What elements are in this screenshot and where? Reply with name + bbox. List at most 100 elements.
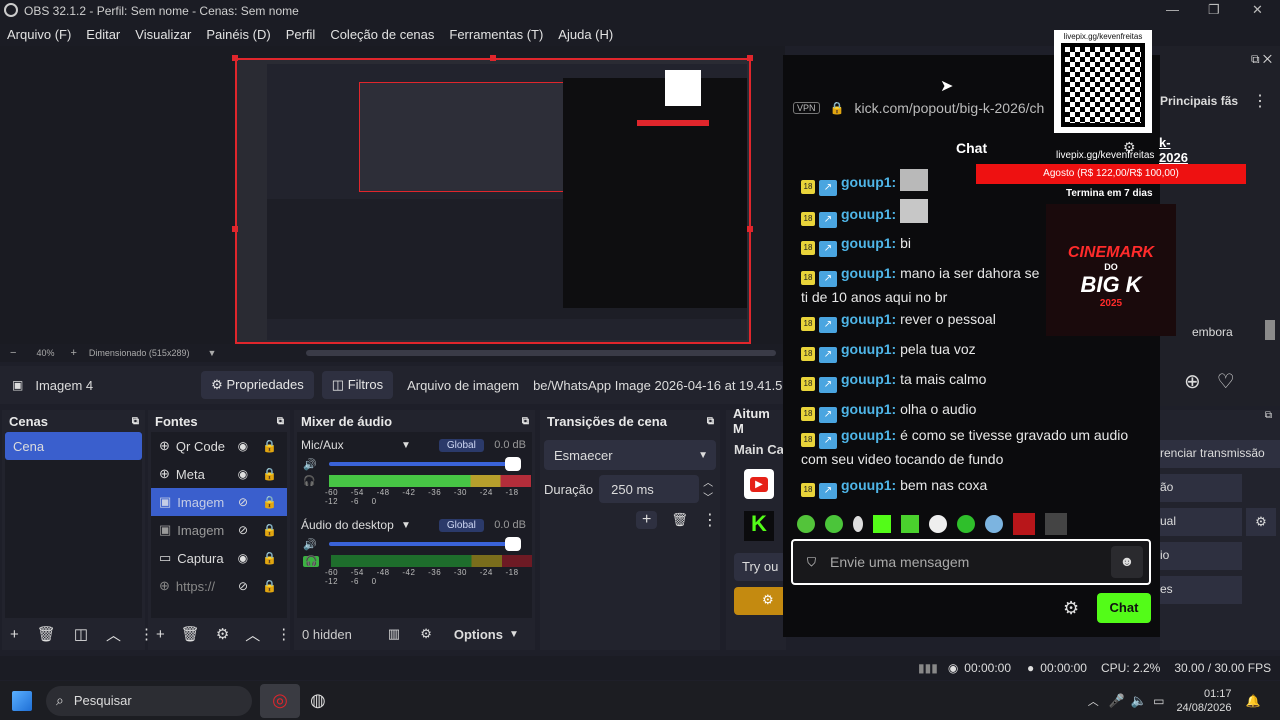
chevron-up-icon[interactable]: ︿ <box>1088 693 1099 709</box>
chat-user[interactable]: gouup1: <box>841 401 896 417</box>
emote-icon[interactable] <box>1045 513 1067 535</box>
gear-icon[interactable]: ⚙ <box>420 626 432 642</box>
control-button[interactable]: io <box>1160 542 1242 570</box>
lock-icon[interactable]: 🔒 <box>262 551 277 565</box>
emote-icon[interactable] <box>901 515 919 533</box>
chat-user[interactable]: gouup1: <box>841 265 896 281</box>
undock-icon[interactable]: ⧉ <box>707 416 714 427</box>
chevron-down-icon[interactable]: ▼ <box>207 348 216 358</box>
emote-icon[interactable] <box>1013 513 1035 535</box>
chevron-down-icon[interactable]: ▼ <box>401 440 411 451</box>
filters-button[interactable]: ◫ Filtros <box>321 371 394 399</box>
control-button[interactable]: ão <box>1160 474 1242 502</box>
transition-select[interactable]: Esmaecer ▼ <box>544 440 716 470</box>
gear-icon[interactable]: ⚙ <box>216 625 229 643</box>
control-button[interactable]: ual <box>1160 508 1242 536</box>
lock-icon[interactable]: 🔒 <box>262 523 277 537</box>
zoom-in-icon[interactable]: + <box>70 347 76 359</box>
volume-slider[interactable] <box>328 537 521 551</box>
file-path[interactable]: be/WhatsApp Image 2026-04-16 at 19.41.57… <box>533 378 783 393</box>
principal-fans[interactable]: Principais fãs <box>1160 94 1238 108</box>
headphone-icon[interactable]: 🎧 <box>303 476 315 487</box>
source-item[interactable]: ⊕ https:// ⊘ 🔒 <box>151 572 287 600</box>
trash-icon[interactable]: 🗑 <box>37 625 56 643</box>
eye-icon[interactable]: ◉ <box>238 439 248 453</box>
eye-icon[interactable]: ◉ <box>238 467 248 481</box>
trash-icon[interactable]: 🗑 <box>671 512 688 528</box>
volume-icon[interactable]: 🔈 <box>1131 693 1147 709</box>
control-button[interactable]: es <box>1160 576 1242 604</box>
add-icon[interactable]: + <box>10 626 19 643</box>
undock-icon[interactable]: ⧉ <box>1160 410 1280 432</box>
preview-canvas[interactable] <box>235 58 751 344</box>
clock[interactable]: 01:17 24/08/2026 <box>1176 687 1231 715</box>
chevron-down-icon[interactable]: ▼ <box>401 520 411 531</box>
source-item[interactable]: ▭ Captura ◉ 🔒 <box>151 544 287 572</box>
zoom-out-icon[interactable]: − <box>10 347 16 359</box>
menu-arquivo[interactable]: Arquivo (F) <box>7 27 71 42</box>
battery-icon[interactable]: ▭ <box>1153 694 1164 708</box>
gear-icon[interactable]: ⚙ <box>1063 598 1079 619</box>
lock-icon[interactable]: 🔒 <box>262 439 277 453</box>
add-icon[interactable]: + <box>156 626 165 643</box>
kick-icon[interactable]: K <box>744 511 774 541</box>
emote-icon[interactable] <box>825 515 843 533</box>
lock-icon[interactable]: 🔒 <box>262 467 277 481</box>
undock-icon[interactable]: ⧉ <box>522 416 529 427</box>
menu-ajuda[interactable]: Ajuda (H) <box>558 27 613 42</box>
maximize-icon[interactable]: ❐ <box>1208 2 1220 18</box>
menu-editar[interactable]: Editar <box>86 27 120 42</box>
duration-input[interactable]: 250 ms <box>599 475 700 503</box>
speaker-icon[interactable]: 🔊 <box>303 458 317 471</box>
trash-icon[interactable]: 🗑 <box>181 625 200 643</box>
more-icon[interactable]: ⋮ <box>702 510 718 530</box>
notification-icon[interactable]: 🔔 <box>1246 694 1261 708</box>
more-icon[interactable]: ⋮ <box>276 625 291 643</box>
chat-user[interactable]: gouup1: <box>841 235 896 251</box>
menu-visualizar[interactable]: Visualizar <box>135 27 191 42</box>
scene-item[interactable]: Cena <box>5 432 142 460</box>
chat-user[interactable]: gouup1: <box>841 341 896 357</box>
eye-icon[interactable]: ◉ <box>238 551 248 565</box>
chevron-down-icon[interactable]: ▼ <box>509 629 519 640</box>
obs-taskbar-icon[interactable]: ◍ <box>310 690 326 711</box>
channel-tag[interactable]: Global <box>438 518 484 532</box>
scrollbar-thumb[interactable] <box>1265 320 1275 340</box>
channel-link[interactable]: k-2026 <box>1159 135 1188 165</box>
menu-ferramentas[interactable]: Ferramentas (T) <box>449 27 543 42</box>
emote-icon[interactable] <box>873 515 891 533</box>
heart-icon[interactable]: ♡ <box>1217 369 1235 394</box>
microphone-icon[interactable]: 🎤 <box>1109 693 1125 709</box>
lock-icon[interactable]: 🔒 <box>262 579 277 593</box>
close-icon[interactable]: ⧉ ✕ <box>1160 52 1280 67</box>
recording-app-icon[interactable]: ◎ <box>260 683 300 718</box>
add-icon[interactable]: + <box>636 511 658 529</box>
close-icon[interactable]: ✕ <box>1252 2 1263 18</box>
add-circle-icon[interactable]: ⊕ <box>1184 369 1201 394</box>
eye-hidden-icon[interactable]: ⊘ <box>238 495 248 509</box>
chat-user[interactable]: gouup1: <box>841 427 896 443</box>
eye-hidden-icon[interactable]: ⊘ <box>238 523 248 537</box>
menu-perfil[interactable]: Perfil <box>286 27 316 42</box>
emote-icon[interactable] <box>853 516 863 532</box>
url-text[interactable]: kick.com/popout/big-k-2026/ch <box>854 100 1044 116</box>
windows-start-icon[interactable] <box>12 690 32 711</box>
chevron-up-icon[interactable]: ︿ <box>245 624 260 645</box>
chat-input[interactable]: ⛉ Envie uma mensagem ☻ <box>791 539 1151 585</box>
vpn-badge[interactable]: VPN <box>793 102 820 114</box>
taskbar-search[interactable]: ⌕ Pesquisar <box>46 685 252 716</box>
emote-icon[interactable] <box>985 515 1003 533</box>
volume-slider[interactable] <box>328 457 521 471</box>
gear-icon[interactable]: ⚙ <box>1246 508 1276 536</box>
source-item[interactable]: ⊕ Meta ◉ 🔒 <box>151 460 287 488</box>
chat-user[interactable]: gouup1: <box>841 174 896 190</box>
channel-tag[interactable]: Global <box>438 438 484 452</box>
more-icon[interactable]: ⋮ <box>1252 91 1268 111</box>
undock-icon[interactable]: ⧉ <box>132 416 139 427</box>
emote-icon[interactable] <box>929 515 947 533</box>
emote-icon[interactable] <box>797 515 815 533</box>
options-button[interactable]: Options <box>454 627 503 642</box>
source-item[interactable]: ▣ Imagem ⊘ 🔒 <box>151 488 287 516</box>
youtube-icon[interactable]: ▶ <box>744 469 774 499</box>
emote-icon[interactable] <box>957 515 975 533</box>
